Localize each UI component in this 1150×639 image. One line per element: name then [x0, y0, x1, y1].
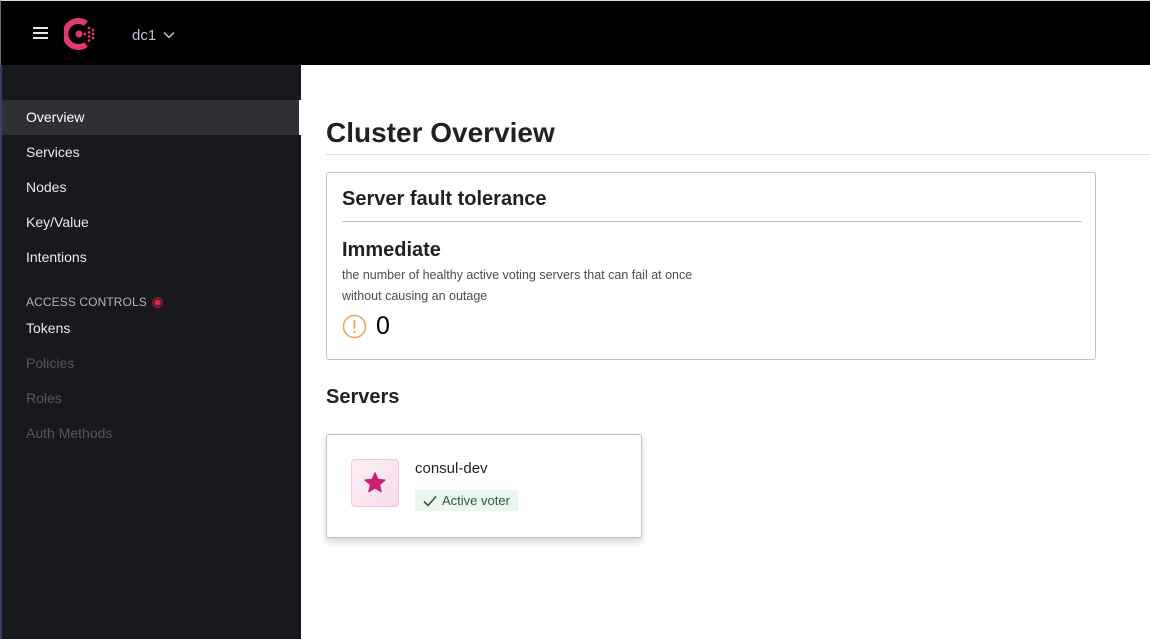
datacenter-label: dc1: [132, 26, 157, 44]
chevron-down-icon: [163, 31, 175, 39]
servers-heading: Servers: [326, 386, 400, 408]
title-divider: [326, 154, 1150, 155]
main-content: Cluster Overview Server fault tolerance …: [301, 65, 1150, 639]
status-badge-label: Active voter: [442, 493, 510, 508]
check-icon: [423, 495, 437, 507]
fault-tolerance-title: Server fault tolerance: [342, 188, 547, 210]
sidebar-item-policies: Policies: [26, 355, 75, 371]
star-icon: [364, 472, 386, 493]
status-badge: Active voter: [415, 490, 518, 511]
datacenter-selector[interactable]: dc1: [132, 25, 175, 45]
access-controls-heading: ACCESS CONTROLS: [26, 295, 163, 309]
sidebar-item-intentions[interactable]: Intentions: [2, 240, 299, 275]
sidebar-item-roles: Roles: [26, 390, 62, 406]
hamburger-menu-icon[interactable]: [33, 27, 48, 39]
fault-tolerance-card: Server fault tolerance Immediate the num…: [326, 172, 1096, 360]
sidebar-item-nodes[interactable]: Nodes: [2, 170, 299, 205]
page-title: Cluster Overview: [326, 117, 555, 148]
alert-dot-icon: [151, 296, 163, 308]
sidebar-item-auth-methods: Auth Methods: [26, 425, 113, 441]
card-divider: [342, 221, 1082, 222]
sidebar: Overview Services Nodes Key/Value Intent…: [0, 65, 303, 639]
sidebar-item-services[interactable]: Services: [2, 135, 299, 170]
server-card[interactable]: consul-dev Active voter: [326, 434, 642, 538]
sidebar-item-tokens[interactable]: Tokens: [2, 311, 299, 346]
immediate-description: the number of healthy active voting serv…: [342, 268, 693, 303]
server-name: consul-dev: [415, 460, 488, 477]
sidebar-item-overview[interactable]: Overview: [2, 100, 303, 135]
warning-circle-icon: [342, 314, 367, 339]
top-bar: dc1: [0, 0, 1150, 65]
fault-tolerance-count: 0: [376, 312, 390, 340]
server-icon-box: [351, 459, 399, 507]
access-controls-label: ACCESS CONTROLS: [26, 295, 147, 309]
sidebar-item-key-value[interactable]: Key/Value: [2, 205, 299, 240]
immediate-heading: Immediate: [342, 239, 441, 261]
fault-tolerance-value: 0: [342, 312, 390, 341]
consul-logo[interactable]: [62, 17, 100, 51]
